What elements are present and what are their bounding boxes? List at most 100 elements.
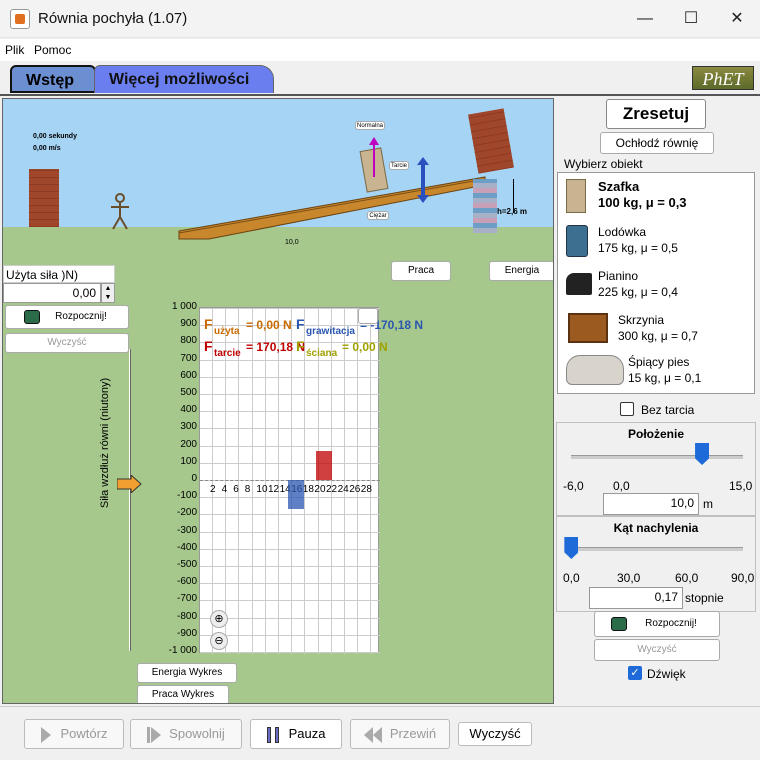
- object-dog[interactable]: Śpiący pies 15 kg, μ = 0,1: [562, 351, 752, 395]
- chart-y-tick: 400: [180, 404, 197, 416]
- angle-slider-thumb[interactable]: [564, 537, 579, 559]
- rewind-button[interactable]: Przewiń: [350, 719, 450, 749]
- chart-y-tick: 600: [180, 369, 197, 381]
- chart-grid-hline: [200, 376, 380, 378]
- position-drag-arrow[interactable]: [417, 157, 429, 203]
- legend-gravity-sub: grawitacja: [306, 326, 355, 337]
- rewind-icon-2: [372, 726, 382, 743]
- phet-logo: PhET: [692, 66, 754, 90]
- fridge-icon: [566, 225, 588, 257]
- applied-force-slider-thumb[interactable]: [117, 475, 143, 493]
- chart-y-tick: 1 000: [171, 301, 197, 312]
- object-fridge[interactable]: Lodówka 175 kg, μ = 0,5: [562, 221, 752, 265]
- piano-icon: [566, 273, 592, 295]
- cool-ramp-button[interactable]: Ochłodź równię: [600, 132, 714, 154]
- maximize-button[interactable]: ☐: [668, 0, 714, 38]
- replay-button[interactable]: Powtórz: [24, 719, 124, 749]
- clear-playback-button[interactable]: Wyczyść: [458, 722, 532, 746]
- chart-x-tick: 18: [302, 484, 314, 495]
- traffic-light-icon: [611, 617, 627, 631]
- chart-grid-hline: [200, 462, 380, 464]
- force-chart: F użyta = 0,00 N F grawitacja = -170,18 …: [199, 307, 423, 654]
- position-slider-thumb[interactable]: [695, 443, 710, 465]
- chart-grid-hline: [200, 394, 380, 395]
- chart-grid-hline: [200, 652, 380, 653]
- time-readout: 0,00 sekundy: [33, 133, 77, 140]
- applied-force-slider-track[interactable]: [129, 349, 131, 651]
- legend-gravity-f: F: [296, 316, 305, 332]
- start-button[interactable]: Rozpocznij!: [594, 611, 720, 637]
- applied-force-input[interactable]: 0,00: [3, 283, 101, 303]
- cabinet-icon: [566, 179, 586, 213]
- chart-bar-1: [288, 480, 304, 510]
- position-unit: m: [703, 497, 713, 511]
- chart-y-tick: -400: [176, 541, 197, 553]
- chart-y-axis-label: Siła wzdłuż równi (niutony): [99, 377, 111, 509]
- chart-y-axis-label-wrap: Siła wzdłuż równi (niutony): [95, 349, 115, 549]
- tab-intro[interactable]: Wstęp: [10, 65, 96, 93]
- object-piano[interactable]: Pianino 225 kg, μ = 0,4: [562, 265, 752, 309]
- position-max: 15,0: [729, 479, 753, 493]
- chart-x-tick: 24: [337, 484, 349, 495]
- object-crate[interactable]: Skrzynia 300 kg, μ = 0,7: [562, 309, 752, 353]
- work-button[interactable]: Praca: [391, 261, 451, 281]
- applied-force-start-button[interactable]: Rozpocznij!: [5, 305, 129, 329]
- frictionless-checkbox[interactable]: [620, 402, 634, 416]
- chart-y-tick: -600: [176, 576, 197, 588]
- friction-force-label: Tarcie: [389, 161, 409, 170]
- zoom-out-icon[interactable]: ⊖: [210, 632, 228, 650]
- chart-x-tick: 4: [221, 484, 228, 495]
- position-mid: 0,0: [613, 479, 630, 493]
- height-label: h=2,6 m: [497, 207, 528, 216]
- window-title: Równia pochyła (1.07): [38, 10, 188, 27]
- step-icon: [147, 726, 151, 743]
- menu-help[interactable]: Pomoc: [34, 43, 71, 57]
- pause-button[interactable]: Pauza: [250, 719, 342, 749]
- reset-button[interactable]: Zresetuj: [606, 99, 706, 129]
- legend-applied-sub: użyta: [214, 326, 240, 337]
- chart-grid-hline: [200, 428, 380, 430]
- object-cabinet[interactable]: Szafka 100 kg, μ = 0,3: [562, 175, 752, 219]
- chart-y-tick: 200: [180, 438, 197, 450]
- chart-y-tick: 300: [180, 421, 197, 433]
- angle-slider-track[interactable]: [571, 547, 743, 551]
- applied-force-label: Użyta siła )N): [3, 265, 115, 283]
- zoom-in-icon[interactable]: ⊕: [210, 610, 228, 628]
- position-section: Położenie -6,0 0,0 15,0 10,0 m: [556, 422, 756, 516]
- chart-grid-hline: [200, 445, 380, 447]
- velocity-readout: 0,00 m/s: [33, 145, 61, 152]
- chart-y-tick: -500: [176, 559, 197, 570]
- normal-force-label: Normalna: [355, 121, 385, 130]
- chart-x-tick: 2: [210, 484, 216, 495]
- legend-wall-sub: ściana: [306, 348, 338, 359]
- position-slider-track[interactable]: [571, 455, 743, 459]
- sound-checkbox[interactable]: ✓: [628, 666, 642, 680]
- angle-input[interactable]: 0,17: [589, 587, 683, 609]
- energy-button[interactable]: Energia: [489, 261, 553, 281]
- close-button[interactable]: ✕: [714, 0, 760, 38]
- energy-graph-button[interactable]: Energia Wykres: [137, 663, 237, 683]
- chart-grid-hline: [200, 634, 380, 636]
- ramp[interactable]: [173, 169, 503, 249]
- chart-grid-hline: [200, 600, 380, 602]
- legend-applied-value: = 0,00 N: [246, 318, 292, 332]
- legend-wall-value: = 0,00 N: [342, 340, 388, 354]
- chart-y-tick: -200: [176, 507, 197, 519]
- chart-grid-hline: [200, 531, 380, 533]
- tab-more-features[interactable]: Więcej możliwości: [94, 65, 274, 93]
- sound-label: Dźwięk: [647, 667, 686, 681]
- work-graph-button[interactable]: Praca Wykres: [137, 685, 229, 703]
- applied-force-spinner[interactable]: ▲ ▼: [101, 283, 115, 303]
- clear-button[interactable]: Wyczyść: [594, 639, 720, 661]
- chart-minimize-button[interactable]: [358, 308, 378, 324]
- position-input[interactable]: 10,0: [603, 493, 699, 515]
- frictionless-label: Bez tarcia: [641, 403, 695, 417]
- angle-section: Kąt nachylenia 0,0 30,0 60,0 90,0 0,17 s…: [556, 516, 756, 612]
- chart-grid-hline: [200, 583, 380, 585]
- menu-bar: Plik Pomoc: [0, 39, 760, 61]
- slow-button[interactable]: Spowolnij: [130, 719, 242, 749]
- menu-file[interactable]: Plik: [5, 43, 24, 57]
- chart-x-tick: 22: [326, 484, 338, 495]
- minimize-button[interactable]: —: [622, 0, 668, 38]
- crate-icon: [568, 313, 608, 343]
